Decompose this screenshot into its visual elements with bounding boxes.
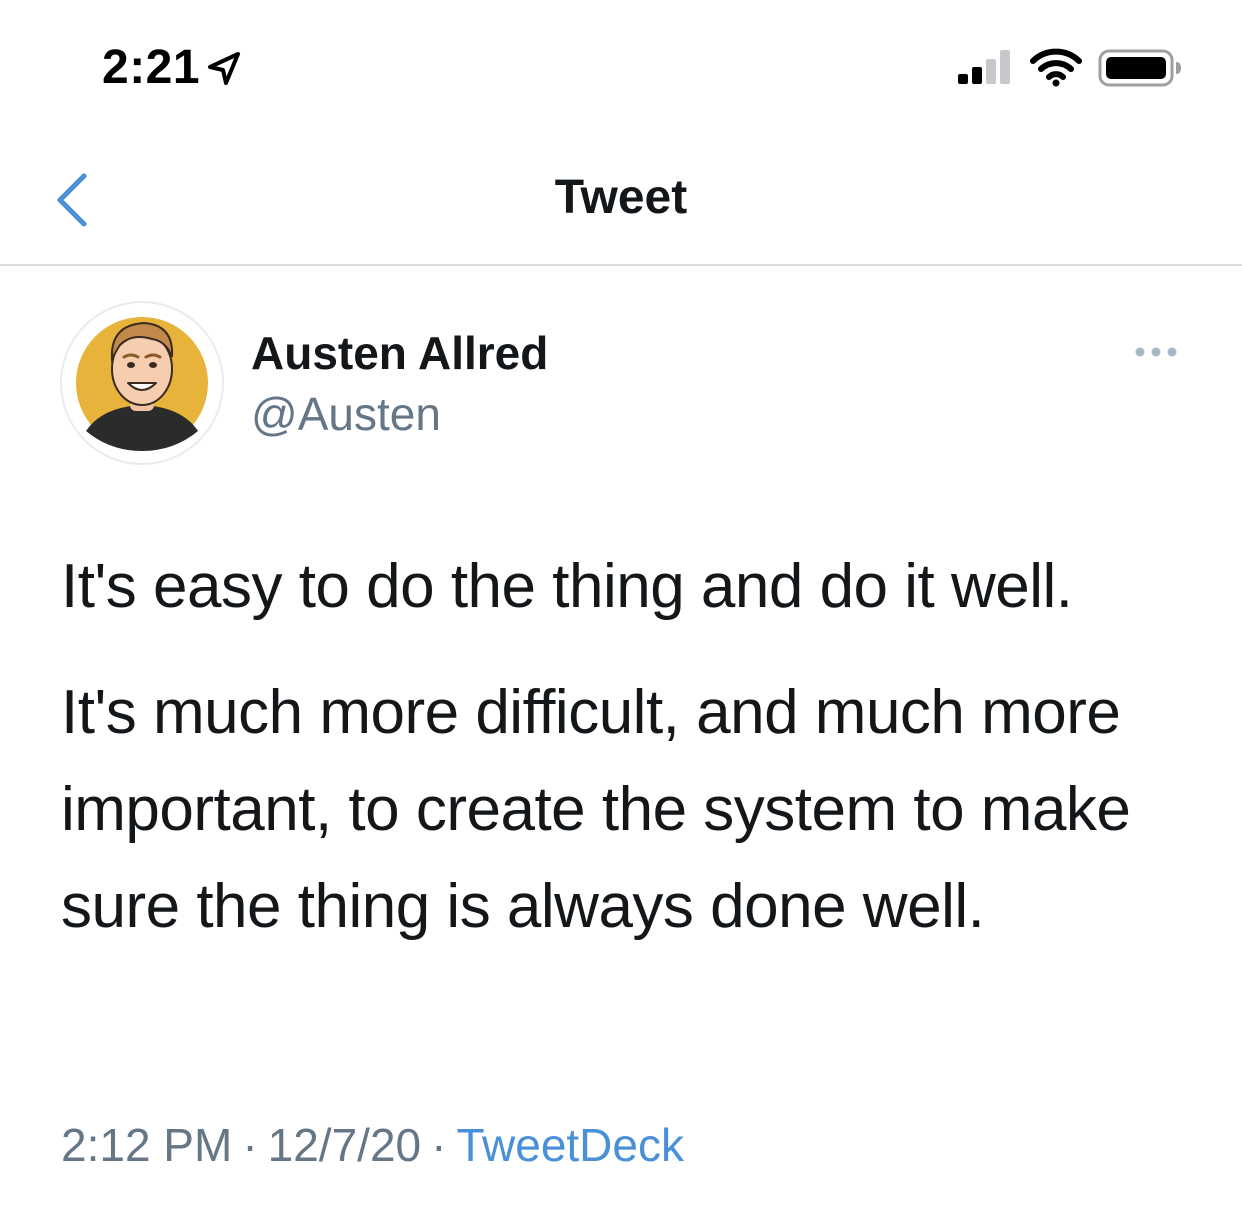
tweet-time: 2:12 PM (61, 1119, 233, 1171)
status-time: 2:21 (102, 41, 201, 94)
tweet-paragraph: It's much more difficult, and much more … (61, 678, 1131, 941)
tweet-meta: 2:12 PM · 12/7/20 · TweetDeck (61, 1117, 684, 1173)
status-bar: 2:21 (0, 0, 1242, 130)
tweet-date: 12/7/20 (267, 1119, 422, 1171)
tweet-text: It's easy to do the thing and do it well… (61, 538, 1181, 955)
author-name[interactable]: Austen Allred (251, 326, 548, 380)
meta-separator: · (431, 1119, 447, 1171)
author-handle[interactable]: @Austen (251, 387, 441, 441)
tweet-paragraph: It's easy to do the thing and do it well… (61, 552, 1073, 621)
location-arrow-icon (208, 52, 240, 85)
more-options-button[interactable] (1124, 332, 1188, 372)
battery-icon (1098, 49, 1181, 87)
meta-separator: · (242, 1119, 258, 1171)
ellipsis-icon (1135, 347, 1177, 357)
wifi-icon (1030, 48, 1082, 87)
tweet-source-link[interactable]: TweetDeck (456, 1119, 684, 1171)
cellular-signal-icon (958, 50, 1010, 84)
nav-bar: Tweet (0, 130, 1242, 266)
avatar-illustration (76, 317, 208, 451)
page-title: Tweet (554, 171, 688, 224)
avatar[interactable] (60, 301, 224, 465)
